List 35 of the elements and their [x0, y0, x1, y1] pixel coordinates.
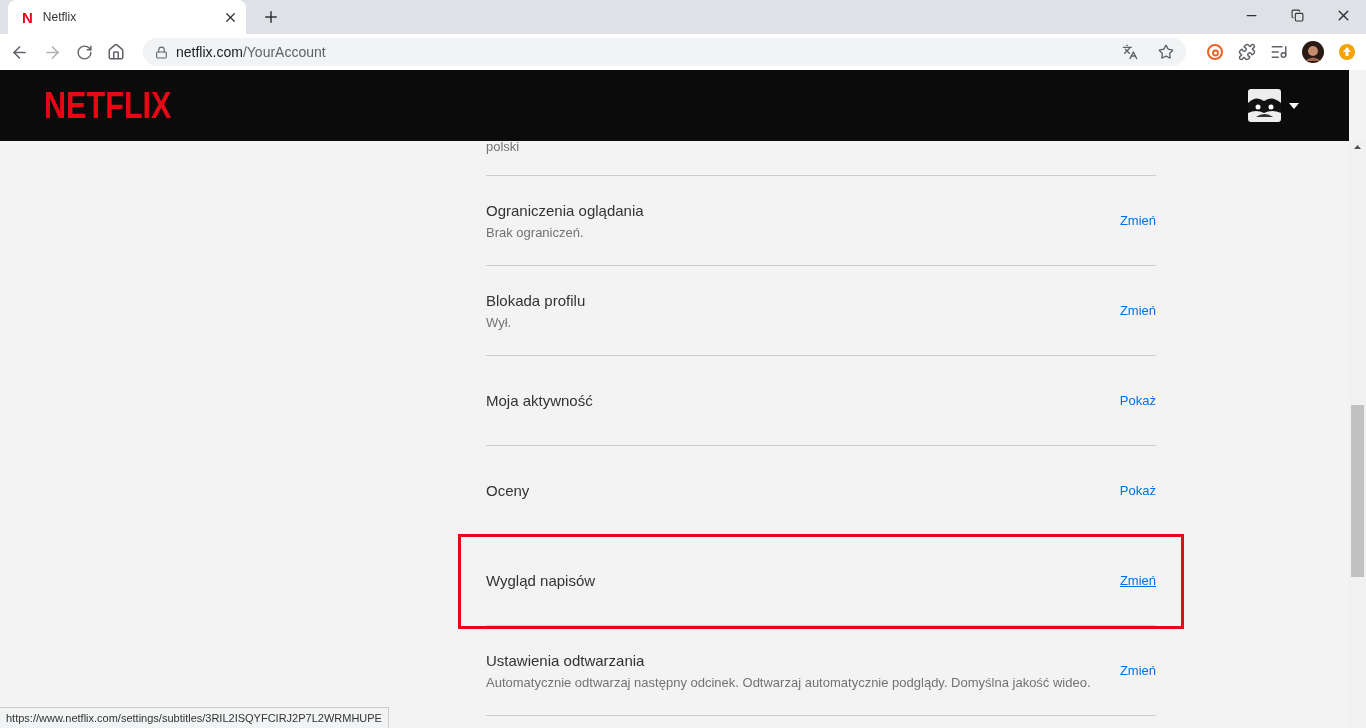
- setting-title: Moja aktywność: [486, 392, 593, 409]
- status-url: https://www.netflix.com/settings/subtitles/3RIL2ISQYFCIRJ2P7L2WRMHUPE: [0, 707, 389, 728]
- lock-icon: [155, 45, 168, 59]
- setting-link[interactable]: Pokaż: [1119, 393, 1156, 408]
- reload-icon[interactable]: [76, 43, 93, 61]
- setting-title: Ustawienia odtwarzania: [486, 651, 646, 669]
- extensions-icon[interactable]: [1238, 43, 1256, 61]
- setting-value: Wył.: [486, 314, 513, 330]
- tab-title: Netflix: [42, 10, 78, 24]
- setting-link[interactable]: Pokaż: [1119, 483, 1156, 498]
- setting-link[interactable]: Zmień: [1119, 213, 1156, 228]
- setting-title: Oceny: [486, 482, 530, 499]
- setting-value: Automatycznie odtwarzaj następny odcinek. Odtwarzaj automatycznie podglądy. Domyślna jakość wideo.: [486, 674, 1091, 690]
- netflix-logo[interactable]: NETFLIX: [44, 84, 172, 127]
- browser-tab[interactable]: N Netflix: [8, 0, 246, 34]
- setting-link[interactable]: Zmień: [1119, 303, 1156, 318]
- home-icon[interactable]: [107, 43, 125, 61]
- media-queue-icon[interactable]: [1270, 43, 1288, 61]
- setting-title: Blokada profilu: [486, 291, 586, 309]
- ring-extension-icon[interactable]: [1206, 43, 1224, 61]
- address-url: netflix.com/YourAccount: [176, 44, 327, 60]
- setting-title: Ograniczenia oglądania: [486, 201, 644, 219]
- setting-link[interactable]: Zmień: [1119, 573, 1156, 588]
- setting-link[interactable]: Zmień: [1119, 663, 1156, 678]
- setting-title: Wygląd napisów: [486, 572, 596, 589]
- setting-value: Brak ograniczeń.: [486, 224, 585, 240]
- caret-icon[interactable]: [1289, 102, 1299, 109]
- setting-value: polski: [486, 139, 521, 154]
- address-bar[interactable]: netflix.com/YourAccount: [143, 38, 1186, 66]
- profile-avatar[interactable]: [1248, 89, 1281, 122]
- user-avatar[interactable]: [1302, 41, 1324, 63]
- bookmark-star-icon[interactable]: [1158, 44, 1174, 60]
- tab-favicon: N: [22, 8, 33, 26]
- scroll-thumb[interactable]: [1351, 405, 1364, 577]
- translate-icon[interactable]: [1122, 44, 1138, 60]
